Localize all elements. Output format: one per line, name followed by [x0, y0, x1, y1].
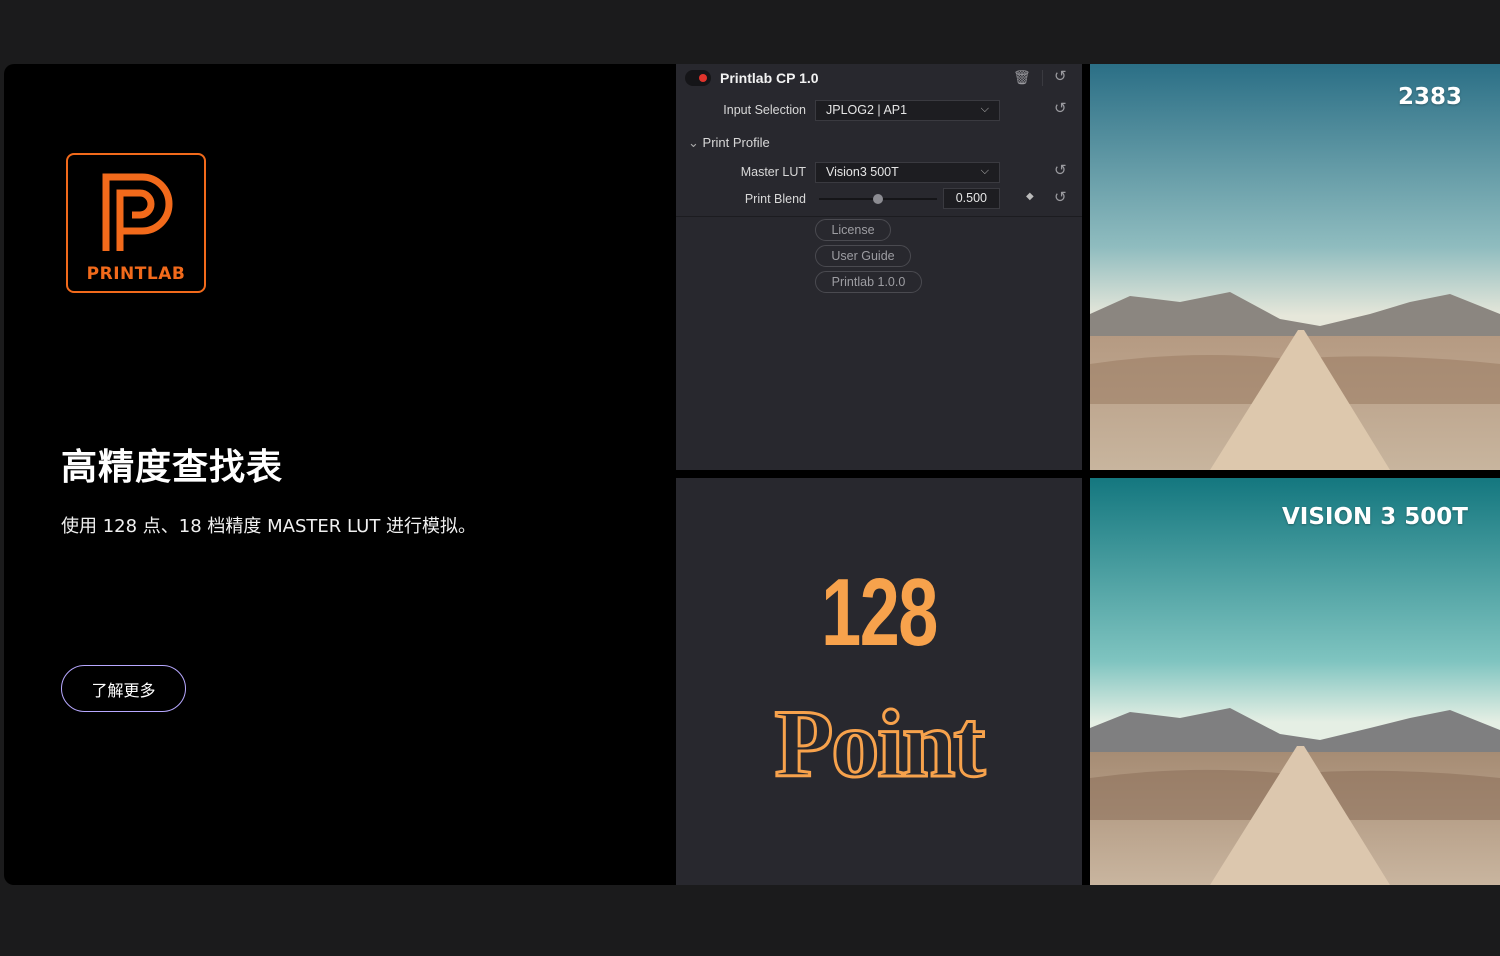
plugin-panel: Printlab CP 1.0 🗑 ↺ Input Selection JPLO… [676, 64, 1082, 470]
feature-card: PRINTLAB 高精度查找表 使用 128 点、18 档精度 MASTER L… [4, 64, 1500, 885]
input-selection-label: Input Selection [723, 103, 806, 117]
slider-knob[interactable] [873, 194, 883, 204]
print-blend-label: Print Blend [744, 192, 806, 206]
print-blend-input[interactable]: 0.500 [943, 188, 1000, 209]
logo-wordmark: PRINTLAB [86, 264, 186, 284]
print-blend-slider[interactable] [819, 194, 937, 204]
chevron-down-icon: ⌵ [980, 103, 989, 115]
input-selection-dropdown[interactable]: JPLOG2 | AP1 ⌵ [815, 100, 1000, 121]
printlab-logo: PRINTLAB [66, 153, 206, 293]
desert-road-image [1090, 64, 1500, 470]
trash-icon[interactable]: 🗑 [1013, 69, 1031, 86]
feature-number: 128 [821, 559, 938, 666]
plugin-enable-toggle[interactable] [685, 70, 711, 86]
reset-master-lut-icon[interactable]: ↺ [1054, 161, 1067, 179]
title-divider [1042, 70, 1043, 86]
image-label-bottom: VISION 3 500T [1282, 504, 1468, 530]
reset-print-blend-icon[interactable]: ↺ [1054, 188, 1067, 206]
chevron-down-icon: ⌄ [688, 135, 699, 150]
master-lut-value: Vision3 500T [826, 165, 899, 179]
section-divider [676, 216, 1082, 217]
reset-all-icon[interactable]: ↺ [1054, 67, 1067, 85]
keyframe-diamond-icon[interactable]: ◆ [1026, 191, 1034, 202]
sample-image-vision3: VISION 3 500T [1090, 478, 1500, 885]
master-lut-dropdown[interactable]: Vision3 500T ⌵ [815, 162, 1000, 183]
reset-input-icon[interactable]: ↺ [1054, 99, 1067, 117]
page-subline: 使用 128 点、18 档精度 MASTER LUT 进行模拟。 [61, 516, 477, 537]
chevron-down-icon: ⌵ [980, 165, 989, 177]
plugin-title: Printlab CP 1.0 [720, 70, 819, 86]
user-guide-button[interactable]: User Guide [815, 245, 911, 267]
image-label-top: 2383 [1397, 84, 1462, 110]
printlab-p-icon [102, 173, 173, 251]
master-lut-label: Master LUT [740, 165, 806, 179]
print-profile-label: Print Profile [702, 135, 770, 150]
version-button[interactable]: Printlab 1.0.0 [815, 271, 922, 293]
desert-road-image [1090, 478, 1500, 885]
input-selection-value: JPLOG2 | AP1 [826, 103, 908, 117]
page-headline: 高精度查找表 [61, 447, 284, 488]
sample-image-2383: 2383 [1090, 64, 1500, 470]
feature-word: Point [773, 689, 987, 799]
feature-text-panel: 128 Point [676, 478, 1082, 885]
license-button[interactable]: License [815, 219, 891, 241]
learn-more-button[interactable]: 了解更多 [61, 665, 186, 712]
print-profile-section[interactable]: ⌄ Print Profile [688, 135, 770, 151]
